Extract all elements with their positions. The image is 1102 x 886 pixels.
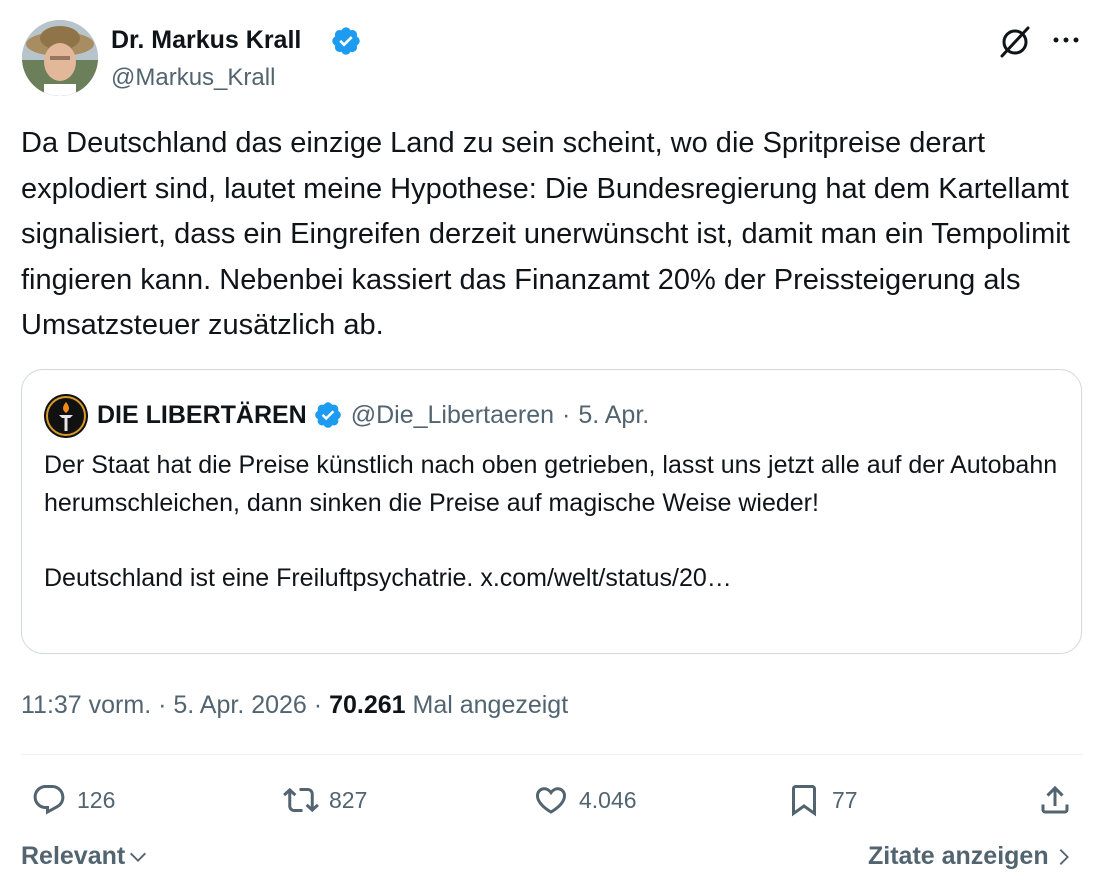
quoted-tweet-text: Der Staat hat die Preise künstlich nach … [44, 447, 1064, 597]
share-button[interactable] [1037, 780, 1083, 820]
bookmark-icon [792, 785, 816, 817]
tweet-text: Da Deutschland das einzige Land zu sein … [21, 127, 1070, 341]
quoted-display-name[interactable]: DIE LIBERTÄREN [97, 401, 307, 430]
chevron-down-icon [130, 852, 147, 862]
like-count: 4.046 [579, 786, 637, 813]
tweet-meta: 11:37 vorm. · 5. Apr. 2026 · 70.261 Mal … [21, 688, 568, 722]
author-display-name[interactable]: Dr. Markus Krall [111, 24, 301, 56]
retweet-button[interactable]: 827 [283, 780, 367, 820]
quoted-author-avatar[interactable] [44, 394, 88, 438]
view-quotes-link[interactable]: Zitate anzeigen [868, 842, 1075, 871]
reply-button[interactable]: 126 [31, 780, 115, 820]
meta-separator: · [158, 691, 167, 719]
author-handle[interactable]: @Markus_Krall [111, 62, 275, 94]
views-label: Mal angezeigt [412, 691, 569, 719]
grok-icon[interactable] [997, 24, 1033, 60]
meta-separator: · [313, 691, 323, 719]
reply-icon [33, 785, 65, 815]
retweet-icon [283, 787, 319, 813]
views-count: 70.261 [329, 691, 406, 719]
quoted-paragraph: Der Staat hat die Preise künstlich nach … [44, 451, 1058, 517]
avatar-image [22, 20, 98, 96]
bookmark-button[interactable]: 77 [786, 780, 858, 820]
quoted-tweet-header: DIE LIBERTÄREN @Die_Libertaeren · 5. Apr… [97, 398, 649, 432]
verified-badge-icon[interactable] [313, 400, 343, 430]
tweet-date[interactable]: 5. Apr. 2026 [173, 691, 306, 719]
divider [21, 754, 1083, 755]
quoted-paragraph: Deutschland ist eine Freiluftpsychatrie.… [44, 563, 732, 592]
quotes-label: Zitate anzeigen [868, 842, 1049, 870]
bookmark-count: 77 [832, 786, 858, 813]
torch-logo-icon [44, 394, 88, 438]
author-avatar[interactable] [22, 20, 98, 96]
retweet-count: 827 [329, 786, 368, 813]
quoted-handle[interactable]: @Die_Libertaeren [351, 401, 554, 430]
sort-label: Relevant [21, 842, 126, 870]
like-button[interactable]: 4.046 [533, 780, 637, 820]
tweet-time[interactable]: 11:37 vorm. [21, 691, 151, 719]
quoted-date[interactable]: 5. Apr. [578, 401, 649, 430]
share-icon [1041, 785, 1069, 814]
verified-badge-icon[interactable] [330, 25, 362, 57]
chevron-right-icon [1059, 848, 1069, 865]
more-options-icon[interactable] [1050, 26, 1082, 54]
heart-icon [535, 787, 567, 814]
quoted-separator: · [562, 400, 571, 429]
sort-dropdown[interactable]: Relevant [21, 842, 149, 871]
reply-count: 126 [77, 786, 116, 813]
